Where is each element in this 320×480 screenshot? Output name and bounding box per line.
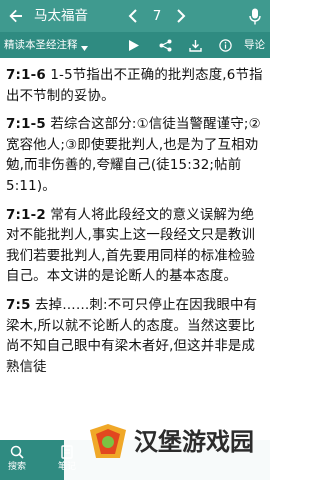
back-arrow-icon[interactable] <box>4 4 28 28</box>
commentary-selector-label: 精读本圣经注释 <box>4 39 78 51</box>
verse-reference[interactable]: 7:1-6 <box>6 68 46 83</box>
chapter-number[interactable]: 7 <box>146 7 168 25</box>
tab-search[interactable]: 搜索 <box>0 440 34 480</box>
commentary-paragraph: 7:1-5 若综合这部分:①信徒当警醒谨守;②宽容他人;③即使要批判人,也是为了… <box>0 115 270 197</box>
commentary-paragraph: 7:5 去掉……刺:不可只停止在因我眼中有梁木,所以就不论断人的态度。当然这要比… <box>0 296 270 378</box>
chevron-left-icon[interactable] <box>124 6 142 26</box>
commentary-paragraph: 7:1-6 1-5节指出不正确的批判态度,6节指出不节制的妥协。 <box>0 66 270 107</box>
chevron-right-icon[interactable] <box>172 6 190 26</box>
top-app-bar: 马太福音 7 <box>0 0 270 32</box>
guide-button[interactable]: 导论 <box>244 37 265 53</box>
watermark-text: 汉堡游戏园 <box>134 427 254 456</box>
commentary-content[interactable]: 7:1-6 1-5节指出不正确的批判态度,6节指出不节制的妥协。 7:1-5 若… <box>0 58 270 440</box>
verse-reference[interactable]: 7:1-2 <box>6 208 46 223</box>
share-icon[interactable] <box>156 36 174 54</box>
dropdown-caret-icon <box>80 36 88 55</box>
commentary-selector[interactable]: 精读本圣经注释 <box>4 37 88 53</box>
paragraph-text: 去掉……刺:不可只停止在因我眼中有梁木,所以就不论断人的态度。当然这要比尚不知自… <box>6 297 258 375</box>
search-icon <box>0 445 34 462</box>
play-icon[interactable] <box>126 37 142 53</box>
commentary-paragraph: 7:1-2 常有人将此段经文的意义误解为绝对不能批判人,事实上这一段经文只是教训… <box>0 206 270 288</box>
tab-search-label: 搜索 <box>7 462 26 472</box>
microphone-icon[interactable] <box>244 5 266 27</box>
commentary-toolbar: 精读本圣经注释 导论 <box>0 32 270 58</box>
book-title[interactable]: 马太福音 <box>34 7 88 25</box>
watermark-logo-icon <box>86 420 130 464</box>
verse-reference[interactable]: 7:1-5 <box>6 117 46 132</box>
info-icon[interactable] <box>216 36 234 54</box>
verse-reference[interactable]: 7:5 <box>6 298 31 313</box>
download-icon[interactable] <box>186 36 204 54</box>
watermark-overlay: 汉堡游戏园 <box>64 402 270 480</box>
